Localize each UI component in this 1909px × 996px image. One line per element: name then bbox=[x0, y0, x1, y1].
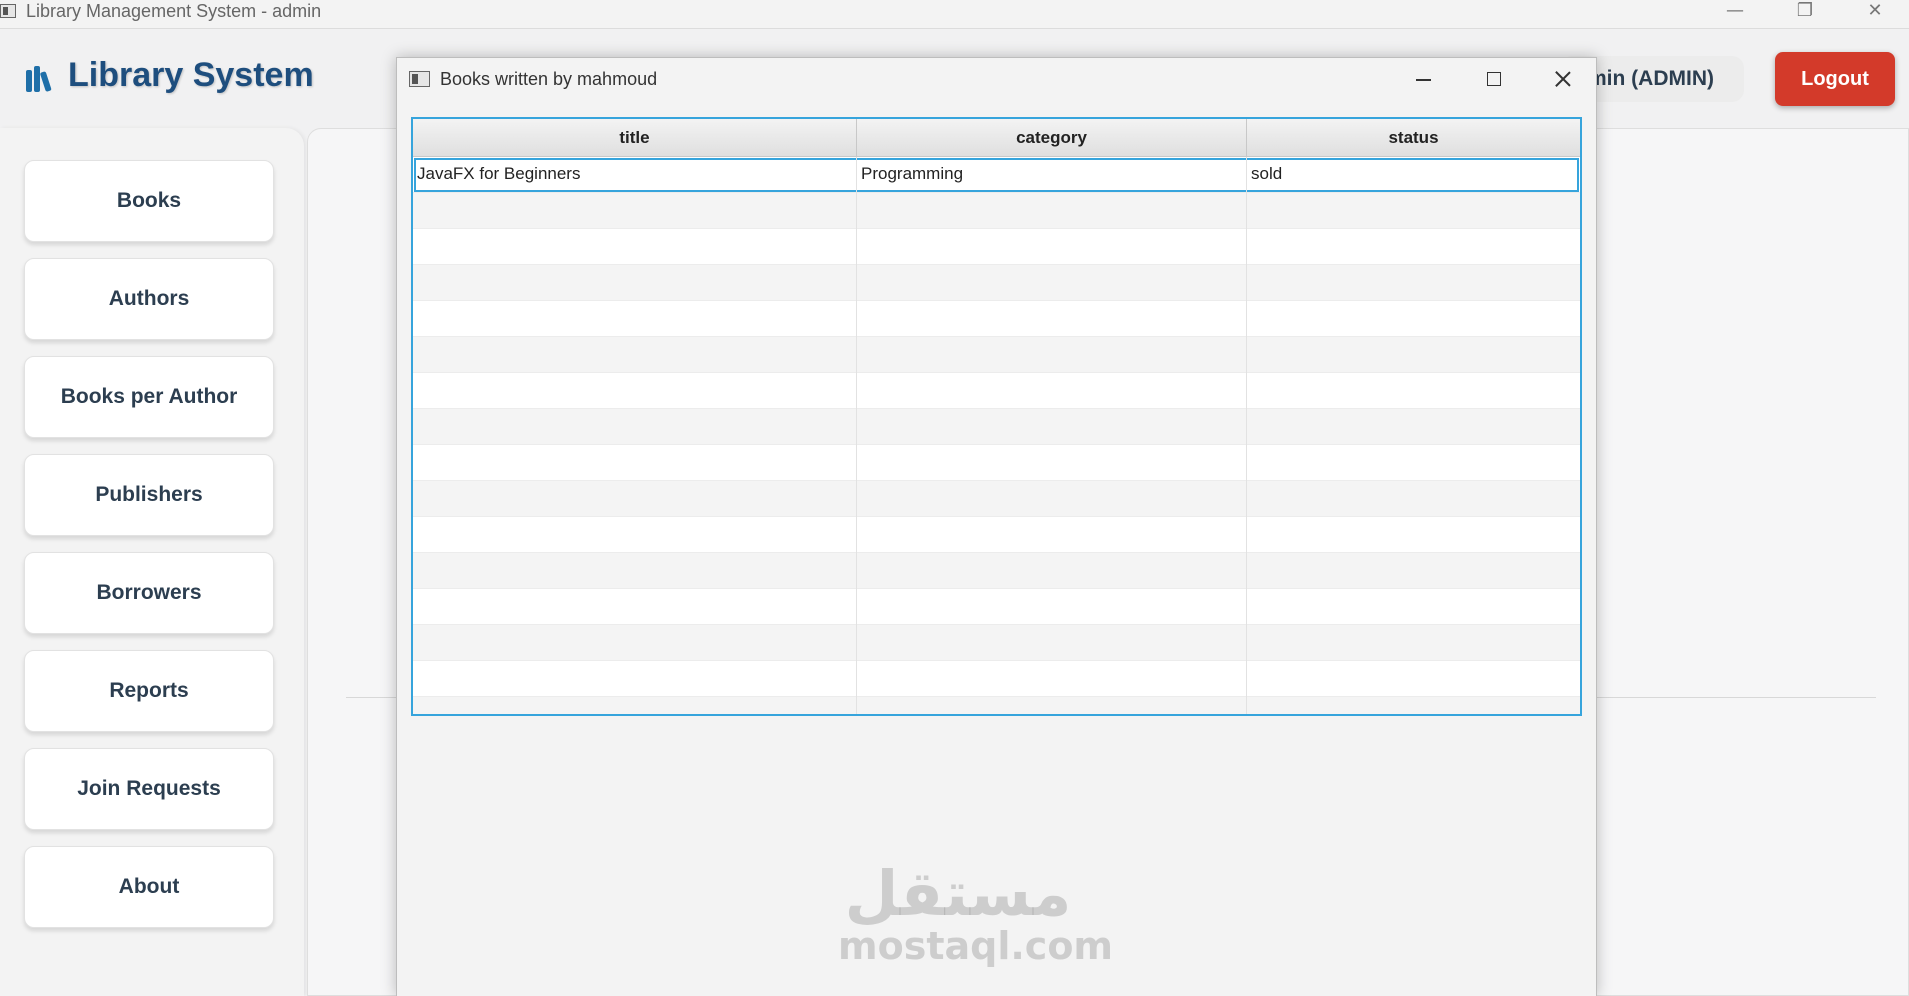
sidebar-item-books-per-author[interactable]: Books per Author bbox=[24, 356, 274, 438]
books-table[interactable]: title category status JavaFX for Beginne… bbox=[411, 117, 1582, 716]
watermark-latin-text: mostaql.com bbox=[838, 924, 1114, 968]
window-restore-button[interactable]: ❐ bbox=[1770, 0, 1840, 28]
dialog-minimize-button[interactable] bbox=[1404, 68, 1444, 92]
dialog-window-icon bbox=[409, 71, 430, 87]
table-row[interactable]: JavaFX for Beginners Programming sold bbox=[413, 157, 1580, 193]
mostaql-watermark: مستقل mostaql.com bbox=[838, 857, 1114, 968]
app-brand-title: Library System bbox=[68, 56, 314, 94]
dialog-maximize-button[interactable] bbox=[1474, 68, 1514, 92]
empty-table-row bbox=[413, 553, 1580, 589]
os-title-bar: Library Management System - admin — ❐ ✕ bbox=[0, 0, 1909, 29]
window-close-button[interactable]: ✕ bbox=[1840, 0, 1909, 28]
sidebar-item-reports[interactable]: Reports bbox=[24, 650, 274, 732]
table-header: title category status bbox=[413, 119, 1580, 157]
window-minimize-button[interactable]: — bbox=[1700, 0, 1770, 28]
column-header-title[interactable]: title bbox=[413, 119, 857, 156]
empty-table-row bbox=[413, 697, 1580, 714]
empty-table-row bbox=[413, 409, 1580, 445]
empty-table-row bbox=[413, 589, 1580, 625]
empty-table-row bbox=[413, 337, 1580, 373]
column-header-category[interactable]: category bbox=[857, 119, 1247, 156]
table-body: JavaFX for Beginners Programming sold bbox=[413, 157, 1580, 714]
dialog-title: Books written by mahmoud bbox=[440, 69, 658, 89]
sidebar-item-publishers[interactable]: Publishers bbox=[24, 454, 274, 536]
empty-table-row bbox=[413, 625, 1580, 661]
cell-title: JavaFX for Beginners bbox=[413, 157, 857, 193]
empty-table-row bbox=[413, 517, 1580, 553]
watermark-arabic-text: مستقل bbox=[844, 857, 1072, 930]
logout-button[interactable]: Logout bbox=[1775, 52, 1895, 106]
empty-table-row bbox=[413, 301, 1580, 337]
sidebar-item-authors[interactable]: Authors bbox=[24, 258, 274, 340]
dialog-close-button[interactable] bbox=[1543, 68, 1583, 92]
empty-table-row bbox=[413, 481, 1580, 517]
cell-category: Programming bbox=[857, 157, 1247, 193]
sidebar-item-borrowers[interactable]: Borrowers bbox=[24, 552, 274, 634]
empty-table-row bbox=[413, 265, 1580, 301]
dialog-title-bar[interactable]: Books written by mahmoud bbox=[397, 58, 1596, 104]
books-by-author-dialog: Books written by mahmoud title category … bbox=[396, 57, 1597, 996]
empty-table-row bbox=[413, 373, 1580, 409]
empty-table-row bbox=[413, 445, 1580, 481]
cell-status: sold bbox=[1251, 164, 1283, 183]
sidebar: Books Authors Books per Author Publisher… bbox=[0, 128, 304, 996]
books-icon bbox=[26, 66, 58, 92]
sidebar-item-about[interactable]: About bbox=[24, 846, 274, 928]
sidebar-item-books[interactable]: Books bbox=[24, 160, 274, 242]
sidebar-item-join-requests[interactable]: Join Requests bbox=[24, 748, 274, 830]
empty-table-row bbox=[413, 193, 1580, 229]
column-header-status[interactable]: status bbox=[1247, 119, 1580, 156]
window-title: Library Management System - admin bbox=[26, 1, 322, 21]
empty-table-row bbox=[413, 661, 1580, 697]
empty-table-row bbox=[413, 229, 1580, 265]
app-window-icon bbox=[0, 4, 16, 18]
